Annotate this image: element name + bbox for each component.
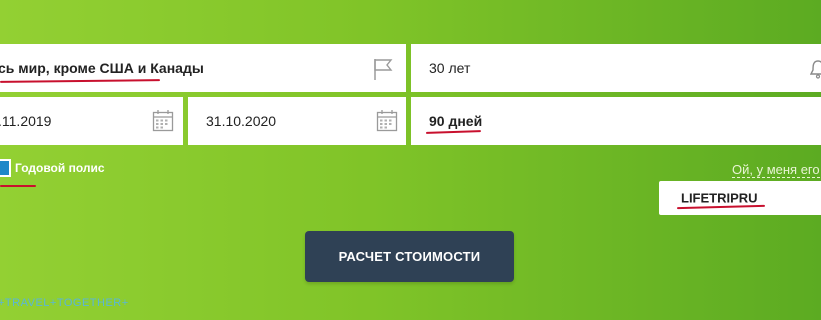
promo-code-field[interactable]: LIFETRIPRU [659,181,821,215]
annual-policy-label: Годовой полис [15,161,105,175]
end-date-field[interactable]: 31.10.2020 [188,97,406,145]
watermark-text: +TRAVEL+TOGETHER+ [0,297,129,309]
annotation-underline [0,185,36,187]
flag-icon[interactable] [372,57,394,84]
promo-code-value: LIFETRIPRU [681,190,758,206]
end-date-value: 31.10.2020 [206,113,277,129]
start-date-field[interactable]: .11.2019 [0,97,183,145]
duration-value: 90 дней [429,113,483,129]
age-field[interactable]: 30 лет [411,44,821,92]
calendar-icon[interactable] [152,109,174,136]
destination-field[interactable]: сь мир, кроме США и Канады [0,44,406,92]
annual-policy-checkbox[interactable] [0,159,11,177]
calendar-icon[interactable] [376,109,398,136]
duration-field[interactable]: 90 дней [411,97,821,145]
promo-toggle-link[interactable]: Ой, у меня его [732,162,820,178]
bell-icon[interactable] [809,58,821,83]
start-date-value: .11.2019 [0,113,52,129]
age-value: 30 лет [429,60,471,76]
destination-value: сь мир, кроме США и Канады [0,60,204,76]
calculate-cost-button[interactable]: РАСЧЕТ СТОИМОСТИ [305,231,514,282]
